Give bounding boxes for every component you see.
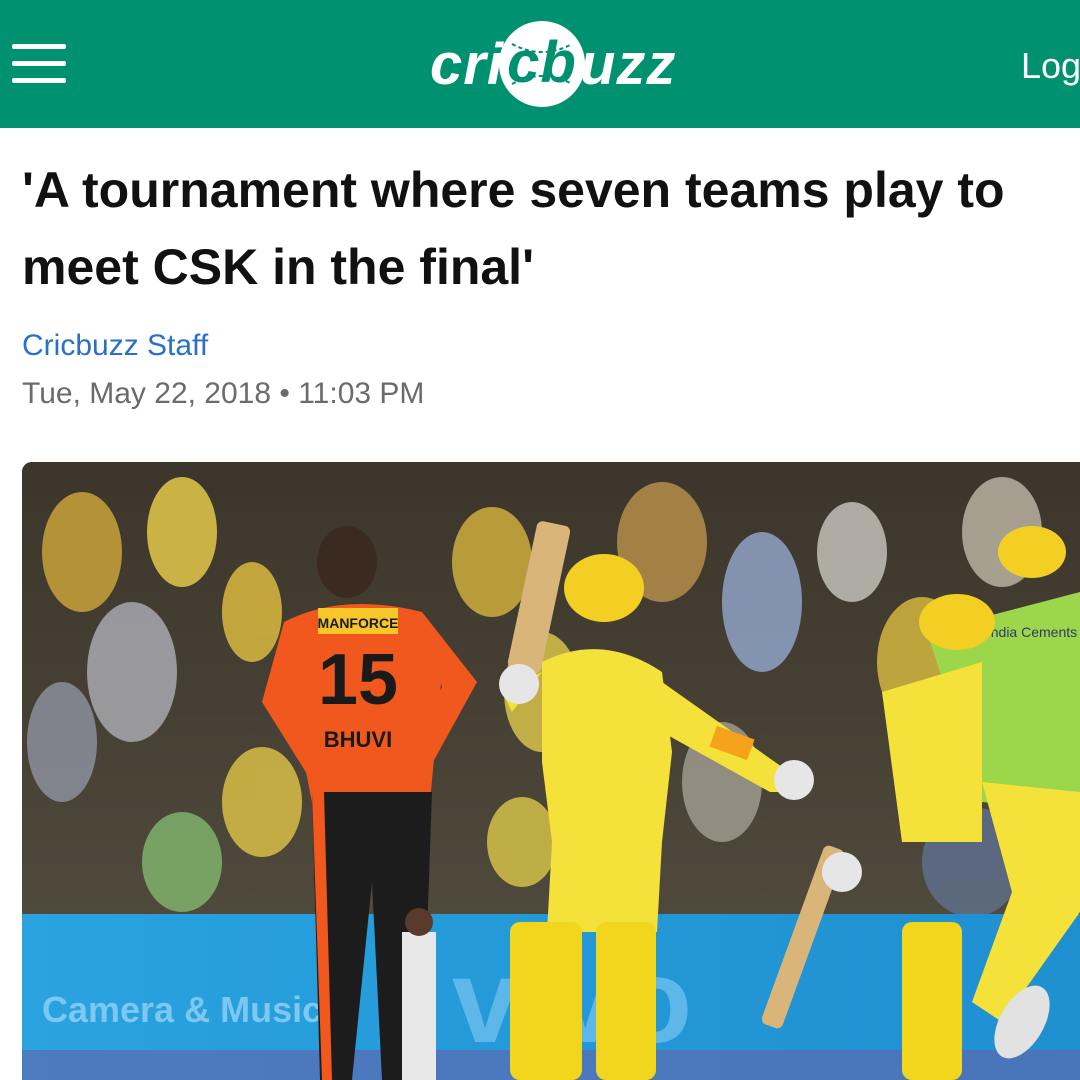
article-datetime: Tue, May 22, 2018 • 11:03 PM — [22, 377, 425, 410]
login-link[interactable]: Log — [1021, 44, 1080, 88]
logo-text-end: uzz — [579, 32, 677, 97]
top-app-bar: cri cb uzz Log — [0, 0, 1080, 128]
jersey-sponsor: MANFORCE — [318, 615, 399, 631]
bib-text: India Cements — [987, 624, 1077, 640]
hamburger-menu-icon[interactable] — [12, 44, 66, 84]
article-hero-image[interactable]: Camera & Music vivo MANFORCE 15 BHUVI — [22, 462, 1080, 1080]
article-author-link[interactable]: Cricbuzz Staff — [22, 326, 208, 366]
cricket-ball-icon: cb — [498, 20, 586, 108]
logo-text-start: cri — [430, 32, 504, 97]
jersey-number: 15 — [318, 640, 398, 720]
article-headline: 'A tournament where seven teams play to … — [22, 162, 1005, 295]
logo-ball-text: cb — [507, 30, 577, 95]
jersey-name: BHUVI — [324, 727, 392, 752]
umpire-figure — [402, 908, 436, 1080]
board-text-left: Camera & Music — [42, 989, 322, 1030]
cricbuzz-logo[interactable]: cri cb uzz — [430, 20, 730, 108]
